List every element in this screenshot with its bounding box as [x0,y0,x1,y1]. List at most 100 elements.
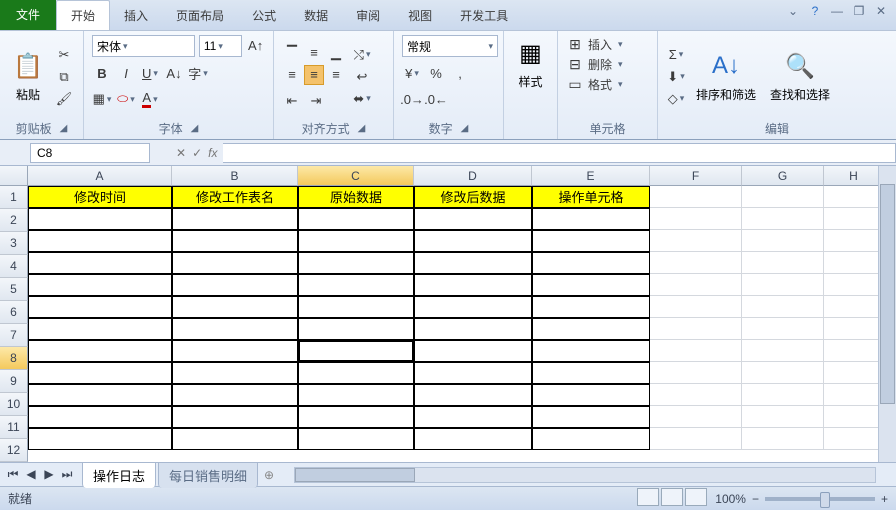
cell[interactable] [172,406,298,428]
align-top-icon[interactable]: ▔ [282,43,302,63]
cell[interactable] [414,252,532,274]
sheet-last-icon[interactable]: ⏭ [58,467,76,482]
horizontal-scrollbar[interactable] [294,467,876,483]
cell[interactable] [298,318,414,340]
cell[interactable] [172,230,298,252]
cell[interactable] [824,186,884,208]
number-launcher[interactable]: ◢ [461,123,469,134]
cell[interactable] [298,230,414,252]
page-layout-view-icon[interactable] [661,488,683,506]
tab-formulas[interactable]: 公式 [238,1,290,30]
cell[interactable] [414,406,532,428]
enter-formula-icon[interactable]: ✓ [192,146,202,160]
cell[interactable] [28,406,172,428]
cell[interactable] [298,406,414,428]
fill-color-button[interactable]: ⬭▾ [116,89,136,109]
align-center-icon[interactable]: ≡ [304,65,324,85]
cell[interactable] [824,406,884,428]
cell[interactable] [28,274,172,296]
paste-button[interactable]: 📋 粘贴 [8,48,48,105]
cell[interactable] [650,406,742,428]
font-color-button[interactable]: A▾ [140,89,160,109]
align-left-icon[interactable]: ≡ [282,65,302,85]
window-restore-icon[interactable]: ❐ [850,4,868,18]
cell[interactable] [414,230,532,252]
select-all-corner[interactable] [0,166,28,186]
comma-icon[interactable]: , [450,63,470,83]
cell[interactable] [298,274,414,296]
cell[interactable] [28,230,172,252]
tab-dev[interactable]: 开发工具 [446,1,522,30]
cell[interactable] [298,208,414,230]
col-header[interactable]: F [650,166,742,186]
cell[interactable] [650,318,742,340]
cell[interactable] [650,428,742,450]
cell[interactable] [414,362,532,384]
grow-font-icon[interactable]: A↑ [246,35,265,55]
cell[interactable] [650,230,742,252]
font-launcher[interactable]: ◢ [191,123,199,134]
cell[interactable]: 操作单元格 [532,186,650,208]
ribbon-minimize-icon[interactable]: ⌄ [784,4,802,18]
cell[interactable] [28,208,172,230]
decrease-indent-icon[interactable]: ⇤ [282,91,302,111]
row-header[interactable]: 2 [0,209,28,232]
tab-insert[interactable]: 插入 [110,1,162,30]
cell[interactable]: 修改后数据 [414,186,532,208]
cell[interactable] [650,296,742,318]
formula-bar[interactable] [223,143,896,163]
align-middle-icon[interactable]: ≡ [304,43,324,63]
cells-delete-button[interactable]: ⊟删除▾ [566,55,649,73]
cell[interactable] [414,318,532,340]
font-name-select[interactable]: 宋体▾ [92,35,195,57]
shrink-font-icon[interactable]: A↓ [164,63,184,83]
cell[interactable] [532,318,650,340]
col-header[interactable]: C [298,166,414,186]
window-close-icon[interactable]: ✕ [872,4,890,18]
zoom-slider[interactable] [765,497,875,501]
increase-decimal-icon[interactable]: .0→ [402,89,422,109]
cell[interactable] [742,230,824,252]
cell[interactable] [298,428,414,450]
cell[interactable] [414,428,532,450]
cell[interactable] [824,252,884,274]
cell[interactable] [414,208,532,230]
row-header[interactable]: 1 [0,186,28,209]
wrap-text-icon[interactable]: ↩ [352,67,372,87]
cell[interactable] [28,318,172,340]
cell[interactable] [172,428,298,450]
clipboard-launcher[interactable]: ◢ [60,123,68,134]
tab-view[interactable]: 视图 [394,1,446,30]
cell[interactable] [532,252,650,274]
cell[interactable] [742,186,824,208]
row-header[interactable]: 10 [0,393,28,416]
orientation-icon[interactable]: ⤭▾ [352,45,372,65]
tab-review[interactable]: 审阅 [342,1,394,30]
page-break-view-icon[interactable] [685,488,707,506]
tab-file[interactable]: 文件 [0,0,56,30]
row-header[interactable]: 6 [0,301,28,324]
cell[interactable] [298,340,414,362]
clear-icon[interactable]: ◇▾ [666,89,686,109]
cell[interactable] [824,340,884,362]
cell[interactable] [824,362,884,384]
cell[interactable] [824,384,884,406]
cell[interactable] [298,296,414,318]
cell[interactable] [742,274,824,296]
cell[interactable] [742,428,824,450]
tab-layout[interactable]: 页面布局 [162,1,238,30]
cell[interactable] [532,296,650,318]
find-select-button[interactable]: 🔍 查找和选择 [766,48,834,105]
cell[interactable] [742,208,824,230]
sheet-tab-sales[interactable]: 每日销售明细 [158,462,258,488]
number-format-select[interactable]: 常规▾ [402,35,498,57]
cell[interactable] [742,252,824,274]
col-header[interactable]: A [28,166,172,186]
cell[interactable] [532,384,650,406]
phonetic-icon[interactable]: 字▾ [188,63,208,83]
cell[interactable] [650,186,742,208]
cell[interactable] [532,340,650,362]
cell[interactable] [650,252,742,274]
cell[interactable]: 原始数据 [298,186,414,208]
vertical-scrollbar[interactable] [878,166,896,462]
